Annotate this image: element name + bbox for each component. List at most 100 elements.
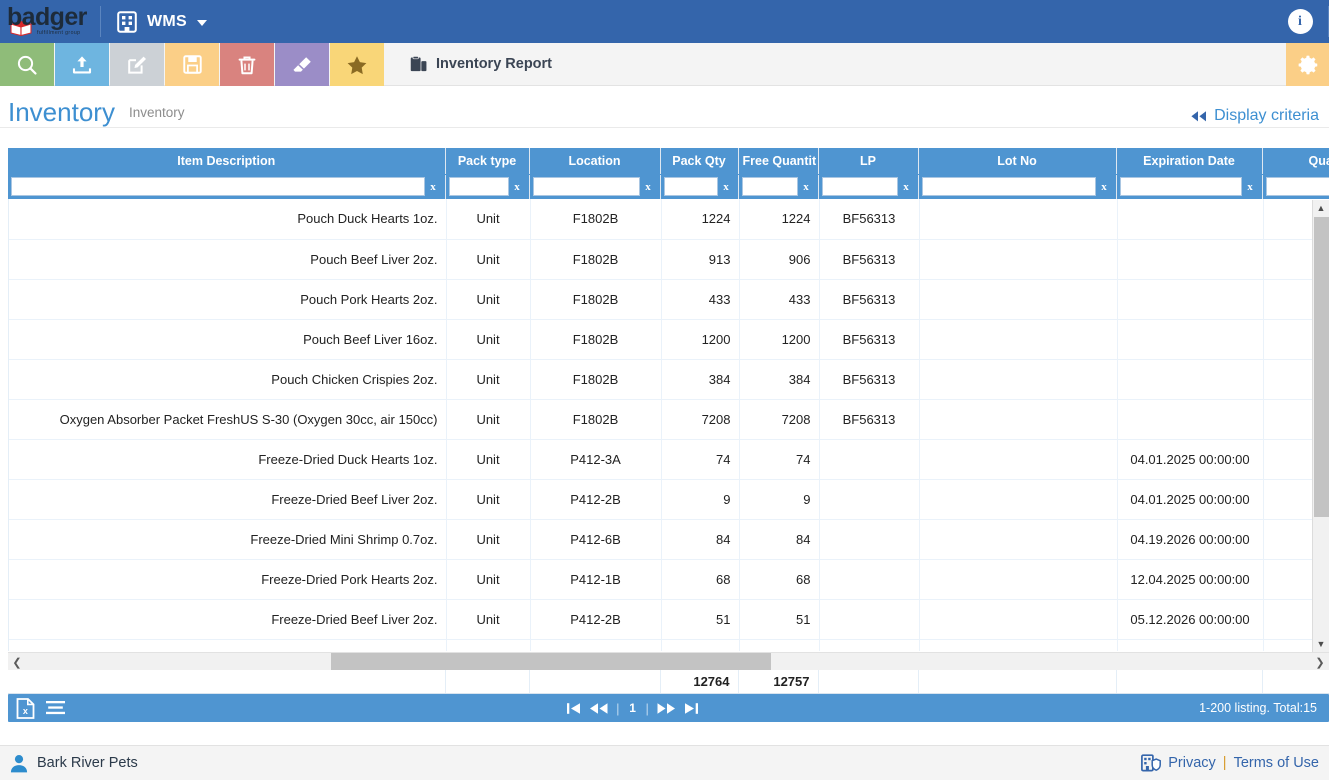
- next-page-button[interactable]: [656, 701, 676, 716]
- scroll-right-arrow[interactable]: ❯: [1311, 656, 1329, 669]
- building-icon: [117, 10, 137, 33]
- grid-filter-cell-8: x: [1262, 174, 1329, 199]
- terms-link[interactable]: Terms of Use: [1234, 755, 1319, 771]
- list-view-button[interactable]: [45, 699, 66, 717]
- filter-clear-button-6[interactable]: x: [1096, 181, 1113, 193]
- top-navigation-bar: badger fulfillment group WMS i: [0, 0, 1329, 43]
- filter-input-3[interactable]: [663, 177, 718, 197]
- filter-clear-button-7[interactable]: x: [1242, 181, 1259, 193]
- cell-location: F1802B: [530, 239, 662, 280]
- brand-logo[interactable]: badger fulfillment group: [0, 0, 100, 43]
- grid-header-label: LP: [860, 153, 876, 168]
- table-row[interactable]: Oxygen Absorber Packet FreshUS S-30 (Oxy…: [9, 399, 1329, 440]
- table-row[interactable]: Pouch Beef Liver 16oz. Unit F1802B 1200 1200…: [9, 319, 1329, 360]
- last-page-button[interactable]: [683, 701, 699, 716]
- cell-pack_qty: 68: [661, 559, 740, 600]
- totals-cell-0: [8, 670, 446, 693]
- table-row[interactable]: [9, 639, 1329, 651]
- export-excel-button[interactable]: x: [16, 697, 35, 719]
- save-button[interactable]: [165, 43, 219, 86]
- grid-header-cell-0[interactable]: Item Description: [8, 148, 446, 175]
- module-selector-wms[interactable]: WMS: [101, 0, 225, 43]
- filter-input-1[interactable]: [448, 177, 509, 197]
- grid-horizontal-scrollbar[interactable]: ❮ ❯: [8, 652, 1329, 673]
- display-criteria-toggle[interactable]: Display criteria: [1190, 107, 1319, 127]
- table-row[interactable]: Freeze-Dried Pork Hearts 2oz. Unit P412-1B…: [9, 559, 1329, 600]
- totals-cell-5: [818, 670, 919, 693]
- cell-item: Freeze-Dried Beef Liver 2oz.: [9, 599, 447, 640]
- grid-header-cell-4[interactable]: Free Quantit: [738, 148, 819, 175]
- table-row[interactable]: Pouch Pork Hearts 2oz. Unit F1802B 433 433 BF…: [9, 279, 1329, 320]
- delete-button[interactable]: [220, 43, 274, 86]
- action-toolbar: Inventory Report: [0, 43, 1329, 86]
- favorite-button[interactable]: [330, 43, 384, 86]
- totals-cell-3: 12764: [660, 670, 739, 693]
- table-row[interactable]: Pouch Beef Liver 2oz. Unit F1802B 913 906 BF5…: [9, 239, 1329, 280]
- first-page-button[interactable]: [566, 701, 582, 716]
- filter-input-6[interactable]: [921, 177, 1096, 197]
- settings-button[interactable]: [1286, 43, 1329, 86]
- filter-clear-button-4[interactable]: x: [798, 181, 815, 193]
- filter-input-2[interactable]: [532, 177, 640, 197]
- filter-clear-button-0[interactable]: x: [425, 181, 442, 193]
- pager-separator-right: |: [645, 700, 649, 716]
- filter-clear-button-1[interactable]: x: [509, 181, 526, 193]
- grid-header-cell-5[interactable]: LP: [818, 148, 919, 175]
- grid-vertical-scrollbar[interactable]: ▲ ▼: [1312, 200, 1329, 652]
- cell-location: F1802B: [530, 279, 662, 320]
- filter-input-8[interactable]: [1265, 177, 1329, 197]
- cell-item: Freeze-Dried Duck Hearts 1oz.: [9, 439, 447, 480]
- filter-clear-button-3[interactable]: x: [718, 181, 735, 193]
- filter-input-0[interactable]: [11, 177, 425, 197]
- pager-status: 1-200 listing. Total:15: [1199, 701, 1317, 715]
- scroll-up-arrow[interactable]: ▲: [1313, 200, 1329, 216]
- filter-clear-button-2[interactable]: x: [640, 181, 657, 193]
- grid-filter-cell-6: x: [918, 174, 1117, 199]
- cell-lp: BF56313: [819, 359, 920, 400]
- star-icon: [347, 55, 367, 74]
- cell-pack_qty: 74: [661, 439, 740, 480]
- cell-lp: BF56313: [819, 239, 920, 280]
- filter-input-7[interactable]: [1119, 177, 1242, 197]
- edit-button[interactable]: [110, 43, 164, 86]
- grid-header-cell-8[interactable]: Quarantine: [1262, 148, 1329, 175]
- erase-button[interactable]: [275, 43, 329, 86]
- grid-header-cell-6[interactable]: Lot No: [918, 148, 1117, 175]
- table-row[interactable]: Freeze-Dried Duck Hearts 1oz. Unit P412-3A…: [9, 439, 1329, 480]
- table-row[interactable]: Pouch Duck Hearts 1oz. Unit F1802B 1224 1224…: [9, 199, 1329, 240]
- cell-lot_no: [919, 239, 1118, 280]
- info-button[interactable]: i: [1272, 0, 1328, 43]
- cell-lp: [819, 639, 920, 651]
- grid-header-cell-7[interactable]: Expiration Date: [1116, 148, 1263, 175]
- page-title: Inventory: [8, 97, 115, 127]
- previous-page-button[interactable]: [589, 701, 609, 716]
- search-icon: [17, 55, 37, 75]
- grid-header-cell-1[interactable]: Pack type: [445, 148, 530, 175]
- table-row[interactable]: Freeze-Dried Beef Liver 2oz. Unit P412-2B 5…: [9, 599, 1329, 640]
- grid-header-cell-2[interactable]: Location: [529, 148, 661, 175]
- excel-file-icon: x: [16, 697, 35, 719]
- privacy-shield-icon: [1141, 754, 1162, 772]
- privacy-link[interactable]: Privacy: [1168, 755, 1216, 771]
- pager-current-page[interactable]: 1: [627, 701, 639, 715]
- scroll-down-arrow[interactable]: ▼: [1313, 636, 1329, 652]
- grid-header-label: Pack Qty: [672, 153, 726, 168]
- totals-cell-2: [529, 670, 661, 693]
- scroll-left-arrow[interactable]: ❮: [8, 656, 26, 669]
- filter-clear-button-5[interactable]: x: [898, 181, 915, 193]
- filter-input-4[interactable]: [741, 177, 798, 197]
- search-button[interactable]: [0, 43, 54, 86]
- grid-filter-cell-3: x: [660, 174, 739, 199]
- toolbar-title-label: Inventory Report: [436, 56, 553, 72]
- table-row[interactable]: Pouch Chicken Crispies 2oz. Unit F1802B 384…: [9, 359, 1329, 400]
- vertical-scroll-thumb[interactable]: [1314, 217, 1329, 517]
- grid-header-cell-3[interactable]: Pack Qty: [660, 148, 739, 175]
- table-row[interactable]: Freeze-Dried Beef Liver 2oz. Unit P412-2B 9…: [9, 479, 1329, 520]
- list-lines-icon: [46, 701, 65, 715]
- table-row[interactable]: Freeze-Dried Mini Shrimp 0.7oz. Unit P412-…: [9, 519, 1329, 560]
- toolbar-report-title: Inventory Report: [384, 43, 1286, 85]
- upload-button[interactable]: [55, 43, 109, 86]
- gear-icon: [1298, 55, 1317, 74]
- filter-input-5[interactable]: [821, 177, 898, 197]
